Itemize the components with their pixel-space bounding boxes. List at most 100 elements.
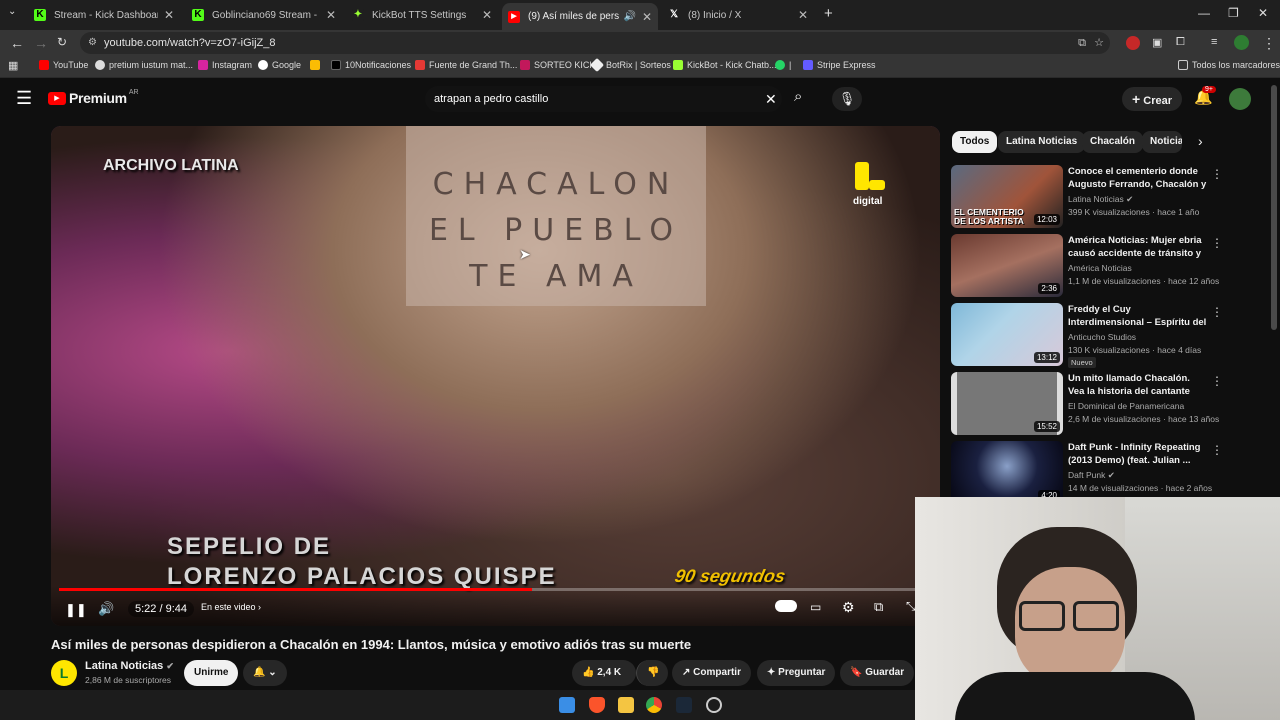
duration-badge: 15:52	[1033, 421, 1060, 432]
close-icon[interactable]: ✕	[326, 8, 336, 22]
video-player[interactable]: CHACALON EL PUEBLO TE AMA ARCHIVO LATINA…	[51, 126, 940, 626]
brave-icon[interactable]	[589, 697, 605, 713]
extension-icon[interactable]: ▣	[1152, 36, 1162, 49]
account-avatar[interactable]	[1229, 88, 1251, 110]
more-options-icon[interactable]: ⋮	[1211, 443, 1223, 457]
recommendation-item[interactable]: 13:12 Freddy el Cuy Interdimensional – E…	[951, 303, 1223, 368]
globe-icon	[95, 60, 105, 70]
chip-latina-noticias[interactable]: Latina Noticias	[998, 131, 1086, 153]
subscription-bell-button[interactable]: 🔔 ⌄	[243, 660, 287, 686]
settings-gear-icon[interactable]: ⚙	[842, 599, 855, 616]
extension-icon[interactable]	[1126, 36, 1140, 50]
steam-icon[interactable]	[676, 697, 692, 713]
tab-x-home[interactable]: 𝕏 (8) Inicio / X ✕	[662, 3, 814, 27]
address-field[interactable]: ⚙ youtube.com/watch?v=zO7-iGijZ_8 ⧉ ☆	[80, 32, 1110, 54]
share-button[interactable]: ↗ Compartir	[672, 660, 751, 686]
bookmark-instagram[interactable]: Instagram	[198, 60, 252, 70]
chrome-icon[interactable]	[646, 697, 662, 713]
bookmark-photos[interactable]	[310, 60, 324, 70]
bookmark-star-icon[interactable]: ☆	[1094, 32, 1104, 54]
more-options-icon[interactable]: ⋮	[1211, 167, 1223, 181]
pause-icon[interactable]: ❚❚	[65, 602, 87, 618]
search-input[interactable]: atrapan a pedro castillo ✕	[425, 86, 782, 112]
volume-icon[interactable]: 🔊	[98, 601, 114, 617]
search-query: atrapan a pedro castillo	[434, 93, 549, 105]
search-icon[interactable]: ⌕	[794, 88, 802, 105]
channel-avatar[interactable]: L	[51, 660, 77, 686]
site-info-icon[interactable]: ⚙	[88, 32, 97, 54]
windows-start-icon[interactable]	[559, 697, 575, 713]
subtitles-icon[interactable]: ▭	[810, 600, 821, 614]
tab-youtube-video[interactable]: ▶ (9) Así miles de personas de 🔊 ✕	[502, 3, 658, 30]
hamburger-menu-icon[interactable]: ☰	[16, 88, 32, 109]
recommendation-item[interactable]: 15:52 Un mito llamado Chacalón. Vea la h…	[951, 372, 1223, 436]
page-scrollbar[interactable]	[1271, 85, 1277, 330]
bookmark-x-notifications[interactable]: 10Notificaciones	[331, 60, 411, 70]
back-icon[interactable]: ←	[10, 35, 24, 51]
close-icon[interactable]: ✕	[164, 8, 174, 22]
tab-goblinciano-stream[interactable]: K Goblinciano69 Stream - Watch ✕	[186, 3, 342, 27]
more-options-icon[interactable]: ⋮	[1211, 236, 1223, 250]
menu-dots-icon[interactable]: ⋮	[1262, 35, 1276, 52]
close-icon[interactable]: ✕	[482, 8, 492, 22]
save-button[interactable]: 🔖 Guardar	[840, 660, 915, 686]
bookmark-stripe[interactable]: Stripe Express	[803, 60, 876, 70]
recommendation-item[interactable]: EL CEMENTERIO DE LOS ARTISTA 12:03 Conoc…	[951, 165, 1223, 229]
close-icon[interactable]: ✕	[642, 10, 652, 24]
tab-search-icon[interactable]: ⌄	[8, 6, 16, 17]
maximize-button[interactable]: ❐	[1228, 6, 1239, 20]
bookmark-sorteo-kick[interactable]: SORTEO KICK	[520, 60, 595, 70]
more-options-icon[interactable]: ⋮	[1211, 305, 1223, 319]
ask-button[interactable]: ✦ Preguntar	[757, 660, 836, 686]
verified-icon: ✔	[166, 661, 174, 671]
chip-todos[interactable]: Todos	[952, 131, 998, 153]
bookmark-gta-font[interactable]: Fuente de Grand Th...	[415, 60, 517, 70]
profile-avatar[interactable]	[1234, 35, 1249, 50]
channel-name-row[interactable]: Latina Noticias ✔	[85, 660, 174, 672]
bookmark-kickbot[interactable]: KickBot - Kick Chatb...	[673, 60, 777, 70]
like-button[interactable]: 👍 2,4 K	[572, 660, 636, 686]
banner-sign: CHACALON EL PUEBLO TE AMA	[406, 126, 706, 306]
create-button[interactable]: + Crear	[1122, 87, 1182, 111]
apps-grid-icon[interactable]: ▦	[8, 59, 18, 72]
sorteo-icon	[520, 60, 530, 70]
close-window-button[interactable]: ✕	[1258, 6, 1268, 20]
reload-icon[interactable]: ↻	[57, 35, 67, 49]
voice-search-icon[interactable]: 🎙	[832, 87, 862, 111]
bookmark-botrix[interactable]: BotRix | Sorteos	[589, 57, 671, 73]
bookmark-pretium[interactable]: pretium iustum mat...	[95, 60, 193, 70]
bookmark-whatsapp[interactable]: |	[775, 60, 791, 70]
bookmark-google[interactable]: Google	[258, 60, 301, 70]
reading-list-icon[interactable]: ≡	[1211, 36, 1217, 48]
all-bookmarks[interactable]: Todos los marcadores	[1178, 60, 1280, 70]
obs-icon[interactable]	[706, 697, 722, 713]
recommendation-item[interactable]: 4:20 Daft Punk - Infinity Repeating (201…	[951, 441, 1223, 500]
minimize-button[interactable]: —	[1198, 6, 1210, 20]
close-icon[interactable]: ✕	[798, 8, 808, 22]
bookmark-label: Google	[272, 60, 302, 70]
install-icon[interactable]: ⧉	[1078, 32, 1086, 54]
chip-noticias[interactable]: Noticias	[1142, 131, 1182, 153]
youtube-logo[interactable]: ▶ Premium AR	[48, 89, 139, 106]
miniplayer-icon[interactable]: ⧉	[874, 599, 883, 615]
autoplay-toggle[interactable]	[775, 600, 797, 612]
more-options-icon[interactable]: ⋮	[1211, 374, 1223, 388]
recommendation-item[interactable]: 2:36 América Noticias: Mujer ebria causó…	[951, 234, 1223, 298]
chapter-button[interactable]: En este video ›	[201, 602, 261, 612]
bookmark-youtube[interactable]: YouTube	[39, 60, 88, 70]
join-button[interactable]: Unirme	[184, 660, 239, 686]
tab-kickbot-tts[interactable]: ✦ KickBot TTS Settings ✕	[346, 3, 498, 27]
clear-search-icon[interactable]: ✕	[765, 86, 777, 112]
forward-icon[interactable]: →	[34, 35, 48, 51]
new-tab-button[interactable]: +	[824, 5, 833, 22]
tab-title: Goblinciano69 Stream - Watch	[212, 9, 320, 21]
file-explorer-icon[interactable]	[618, 697, 634, 713]
dislike-button[interactable]: 👎	[636, 660, 668, 686]
chips-next-icon[interactable]: ›	[1198, 133, 1203, 149]
chip-chacalon[interactable]: Chacalón	[1082, 131, 1144, 153]
tab-kick-dashboard[interactable]: K Stream - Kick Dashboard ✕	[28, 3, 180, 27]
speaker-icon[interactable]: 🔊	[623, 11, 635, 22]
progress-bar[interactable]	[59, 588, 919, 591]
archive-overlay-label: ARCHIVO LATINA	[103, 157, 239, 174]
extensions-puzzle-icon[interactable]: ⧠	[1176, 36, 1185, 49]
